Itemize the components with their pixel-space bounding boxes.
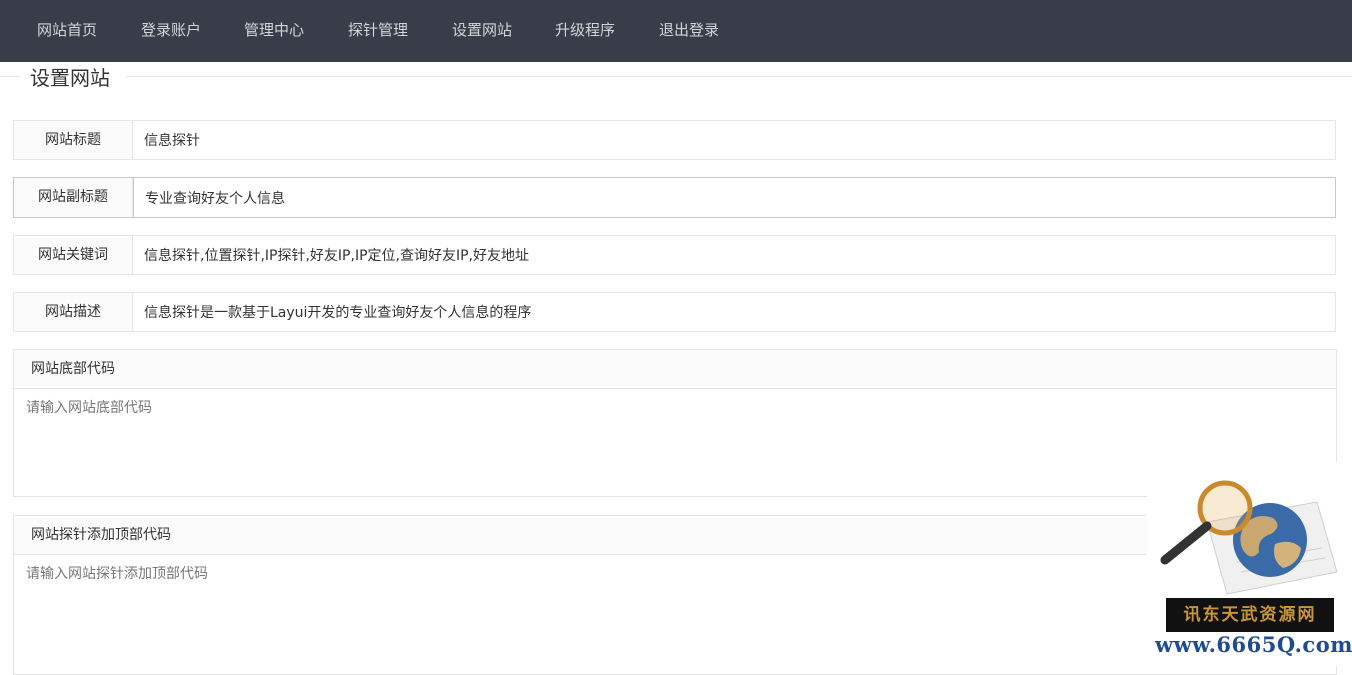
site-description-row: 网站描述 xyxy=(13,292,1336,332)
site-title-row: 网站标题 xyxy=(13,120,1336,160)
probe-top-code-label: 网站探针添加顶部代码 xyxy=(14,516,1336,555)
site-title-label: 网站标题 xyxy=(14,121,133,159)
site-keywords-row: 网站关键词 xyxy=(13,235,1336,275)
footer-code-pane: 网站底部代码 xyxy=(13,349,1337,497)
top-navigation: 网站首页 登录账户 管理中心 探针管理 设置网站 升级程序 退出登录 xyxy=(0,0,1352,62)
site-title-input[interactable] xyxy=(133,121,1335,159)
watermark-logo: 讯东天武资源网 www.6665Q.com xyxy=(1147,462,1352,666)
probe-top-code-textarea[interactable] xyxy=(14,555,1336,674)
site-subtitle-label: 网站副标题 xyxy=(14,178,133,217)
legend-divider-left xyxy=(0,76,20,77)
legend-divider-right xyxy=(126,76,1352,77)
site-subtitle-row: 网站副标题 xyxy=(13,177,1336,218)
nav-home[interactable]: 网站首页 xyxy=(37,0,97,62)
site-description-label: 网站描述 xyxy=(14,293,133,331)
site-keywords-label: 网站关键词 xyxy=(14,236,133,274)
nav-admin-center[interactable]: 管理中心 xyxy=(244,0,304,62)
nav-upgrade[interactable]: 升级程序 xyxy=(555,0,615,62)
watermark-badge: 讯东天武资源网 xyxy=(1166,598,1334,632)
magnifier-globe-icon xyxy=(1160,480,1338,595)
site-subtitle-input[interactable] xyxy=(133,178,1335,217)
site-keywords-input[interactable] xyxy=(133,236,1335,274)
nav-probe-management[interactable]: 探针管理 xyxy=(348,0,408,62)
nav-login[interactable]: 登录账户 xyxy=(141,0,201,62)
site-description-input[interactable] xyxy=(133,293,1335,331)
footer-code-label: 网站底部代码 xyxy=(14,350,1336,389)
watermark-url: www.6665Q.com xyxy=(1155,632,1352,657)
nav-site-settings[interactable]: 设置网站 xyxy=(452,0,512,62)
nav-logout[interactable]: 退出登录 xyxy=(659,0,719,62)
probe-top-code-pane: 网站探针添加顶部代码 xyxy=(13,515,1337,675)
section-title: 设置网站 xyxy=(30,64,110,92)
footer-code-textarea[interactable] xyxy=(14,389,1336,496)
